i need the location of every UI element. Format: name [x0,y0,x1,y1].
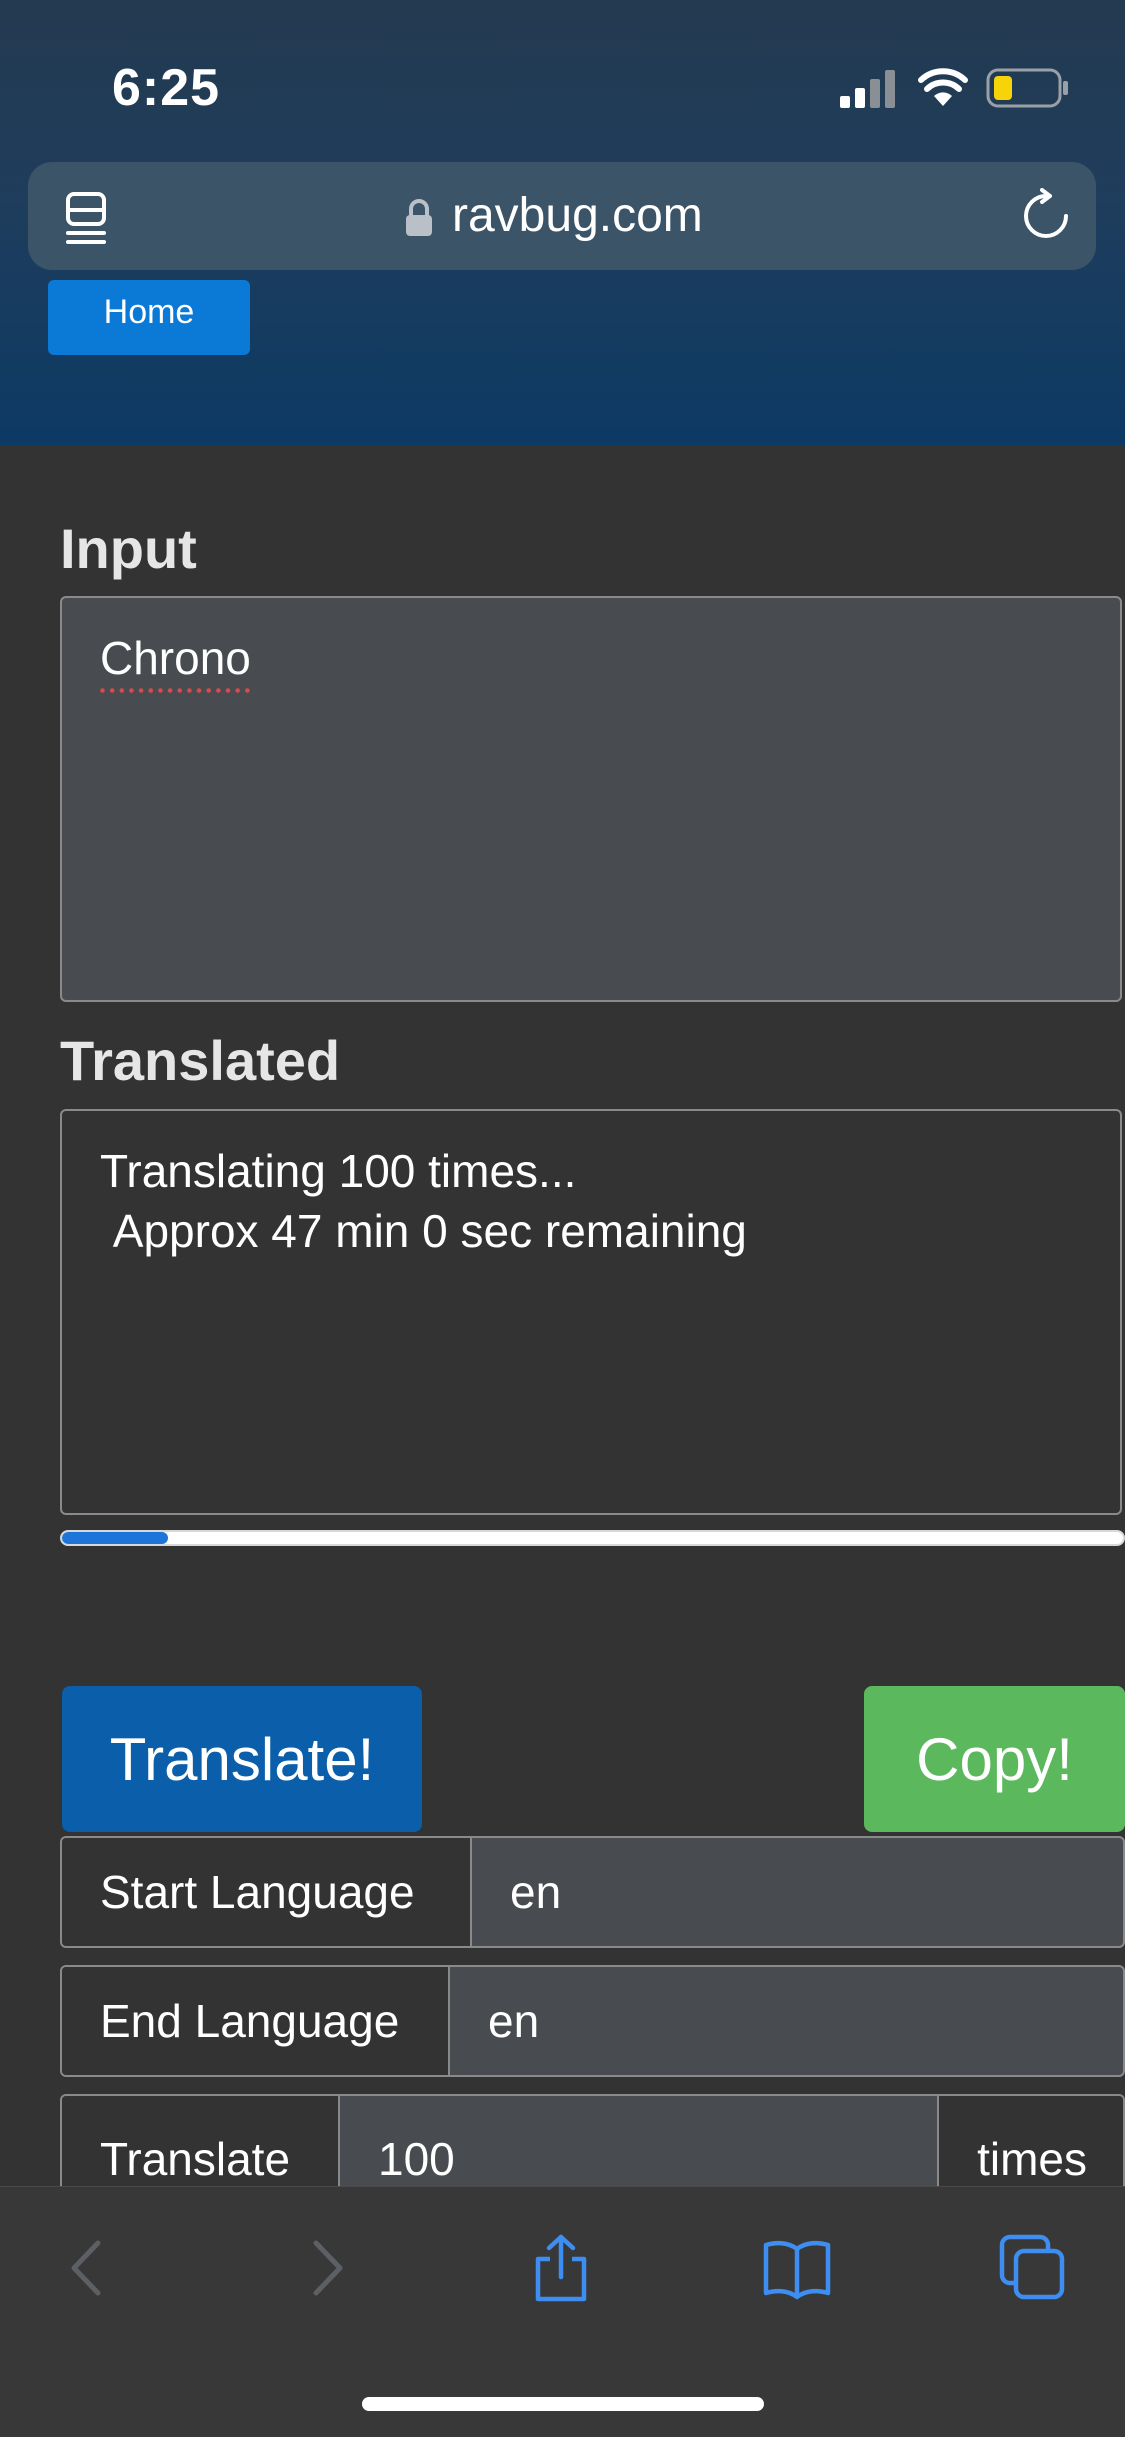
progress-bar [60,1530,1125,1546]
status-time: 6:25 [112,59,221,117]
back-icon[interactable] [52,2233,122,2303]
input-text: Chrono [100,632,251,684]
status-bar: 6:25 [0,0,1125,160]
home-button-label: Home [103,293,195,331]
input-textarea[interactable]: Chrono [60,596,1122,1002]
end-language-label: End Language [62,1967,450,2075]
forward-icon[interactable] [292,2233,362,2303]
home-button[interactable]: Home [48,280,250,355]
start-language-label: Start Language [62,1838,472,1946]
reload-icon[interactable] [1018,188,1074,244]
start-language-input[interactable]: en [472,1838,1123,1946]
translated-label: Translated [60,1029,341,1092]
translated-textarea[interactable]: Translating 100 times... Approx 47 min 0… [60,1109,1122,1515]
wifi-icon [918,68,968,106]
copy-button[interactable]: Copy! [864,1686,1125,1832]
start-language-group: Start Language en [60,1836,1125,1948]
end-language-group: End Language en [60,1965,1125,2077]
lock-icon [406,199,432,236]
url-text: ravbug.com [452,189,703,242]
home-indicator [362,2397,764,2411]
signal-icon [840,70,895,108]
bookmarks-icon[interactable] [762,2233,832,2303]
progress-fill [62,1532,169,1544]
input-label: Input [60,517,197,580]
battery-icon [986,68,1068,108]
translate-button[interactable]: Translate! [62,1686,422,1832]
tabs-icon[interactable] [998,2233,1068,2303]
end-language-input[interactable]: en [450,1967,1123,2075]
address-bar[interactable]: ravbug.com [28,162,1096,270]
reader-view-icon[interactable] [62,190,114,246]
share-icon[interactable] [526,2233,596,2303]
